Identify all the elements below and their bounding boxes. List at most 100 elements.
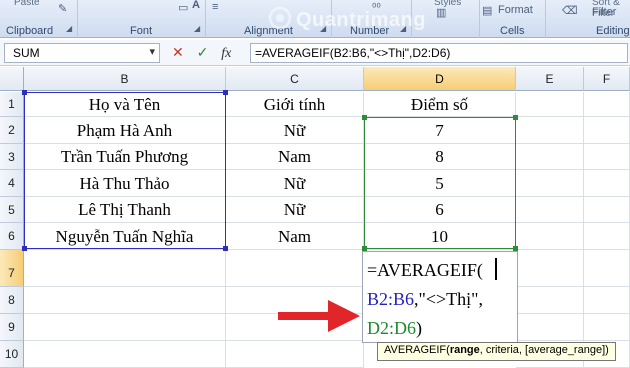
ribbon-group-cells[interactable]: ▤ Format Cells [480,0,546,38]
enter-icon[interactable]: ✓ [197,44,209,61]
ribbon-group-clipboard[interactable]: Paste ✎ Clipboard ◢ [0,0,78,38]
empty-cell[interactable] [516,144,584,170]
empty-cell[interactable] [516,223,584,250]
empty-cell[interactable] [24,250,226,287]
formula-range-b: B2:B6 [367,289,415,309]
empty-cell[interactable] [584,287,630,314]
name-box-value: SUM [13,46,40,60]
ribbon-group-font[interactable]: ▭ A Font ◢ [78,0,206,38]
empty-cell[interactable] [516,287,584,314]
text-cursor [494,258,497,280]
clear-icon[interactable]: ⌫ [562,4,578,17]
row-header-2[interactable]: 2 [0,117,24,144]
tooltip-function: AVERAGEIF( [384,344,450,356]
in-cell-formula-editor[interactable]: =AVERAGEIF( B2:B6,"<>Thị", D2:D6) [362,251,518,343]
formula-line-2: B2:B6,"<>Thị", [367,285,513,314]
group-title-font: Font [130,25,153,37]
row-header-4[interactable]: 4 [0,170,24,197]
formula-input[interactable]: =AVERAGEIF(B2:B6,"<>Thị",D2:D6) [250,43,628,63]
range-handle[interactable] [362,115,367,120]
formula-criteria: ,"<>Thị", [414,289,484,309]
select-all-corner[interactable] [0,67,24,91]
row-header-9[interactable]: 9 [0,314,24,341]
tooltip-current-arg[interactable]: range [450,344,480,356]
row-header-3[interactable]: 3 [0,144,24,170]
range-handle[interactable] [513,115,518,120]
formula-function: =AVERAGEIF( [367,260,483,280]
group-title-editing: Editing [596,25,630,37]
empty-cell[interactable] [24,314,226,341]
range-highlight-d2-d6 [364,117,516,249]
row-header-10[interactable]: 10 [0,341,24,368]
range-highlight-b2-b6 [24,92,226,249]
header-cell-score[interactable]: Điểm số [364,92,516,117]
row-header-5[interactable]: 5 [0,197,24,223]
empty-cell[interactable] [584,117,630,144]
formula-buttons: ✕ ✓ fx [172,44,240,62]
formula-line-3: D2:D6) [367,314,513,343]
empty-cell[interactable] [226,250,364,287]
empty-cell[interactable] [584,223,630,250]
empty-cell[interactable] [584,144,630,170]
formula-bar: SUM ▾ ✕ ✓ fx =AVERAGEIF(B2:B6,"<>Thị",D2… [0,40,630,66]
insert-function-icon[interactable]: fx [221,46,231,62]
formula-range-d: D2:D6 [367,318,416,338]
group-title-cells: Cells [500,25,525,37]
tooltip-rest: , criteria, [average_range]) [479,344,609,356]
empty-cell[interactable] [516,314,584,341]
empty-cell[interactable] [516,250,584,287]
empty-cell[interactable] [584,250,630,287]
range-handle[interactable] [223,90,228,95]
format-painter-icon[interactable]: ✎ [58,2,67,15]
row-header-1[interactable]: 1 [0,92,24,117]
formula-line-1: =AVERAGEIF( [367,256,513,285]
dialog-launcher-icon[interactable]: ◢ [194,24,200,33]
gender-cell[interactable]: Nam [226,144,364,170]
watermark: Quantrimang [296,9,426,31]
empty-cell[interactable] [24,287,226,314]
ribbon-group-editing[interactable]: Sort & Filter ⌫ Filter Editing [546,0,630,38]
chevron-down-icon[interactable]: ▾ [149,45,155,58]
gender-cell[interactable]: Nữ [226,197,364,223]
function-tooltip[interactable]: AVERAGEIF(range, criteria, [average_rang… [377,342,616,361]
column-header-d[interactable]: D [364,67,516,91]
watermark-logo-icon [268,6,292,30]
highlight-icon[interactable]: ▭ [178,1,188,14]
empty-cell[interactable] [584,170,630,197]
empty-cell[interactable] [516,92,584,117]
format-label[interactable]: Format [498,4,533,16]
column-header-f[interactable]: F [584,67,630,91]
empty-cell[interactable] [516,197,584,223]
font-color-icon[interactable]: A [192,0,200,11]
empty-cell[interactable] [584,197,630,223]
gender-cell[interactable]: Nam [226,223,364,250]
empty-cell[interactable] [584,314,630,341]
header-cell-gender[interactable]: Giới tính [226,92,364,117]
gender-cell[interactable]: Nữ [226,117,364,144]
range-handle[interactable] [22,246,27,251]
indent-icon[interactable]: ≡ [212,1,218,13]
row-header-8[interactable]: 8 [0,287,24,314]
red-arrow-icon [278,300,360,332]
column-header-e[interactable]: E [516,67,584,91]
empty-cell[interactable] [516,170,584,197]
filter-label[interactable]: Filter [592,6,616,18]
cancel-icon[interactable]: ✕ [172,44,184,61]
column-header-b[interactable]: B [24,67,226,91]
row-header-7[interactable]: 7 [0,250,24,287]
formula-close-paren: ) [416,318,422,338]
gender-cell[interactable]: Nữ [226,170,364,197]
range-handle[interactable] [22,90,27,95]
empty-cell[interactable] [226,341,364,368]
styles-icon[interactable]: ▥ [436,6,446,19]
empty-cell[interactable] [584,92,630,117]
row-header-6[interactable]: 6 [0,223,24,250]
column-header-c[interactable]: C [226,67,364,91]
paste-label[interactable]: Paste [14,0,40,8]
empty-cell[interactable] [24,341,226,368]
format-icon[interactable]: ▤ [482,4,492,17]
empty-cell[interactable] [516,117,584,144]
dialog-launcher-icon[interactable]: ◢ [66,24,72,33]
range-handle[interactable] [223,246,228,251]
name-box[interactable]: SUM ▾ [4,43,160,63]
